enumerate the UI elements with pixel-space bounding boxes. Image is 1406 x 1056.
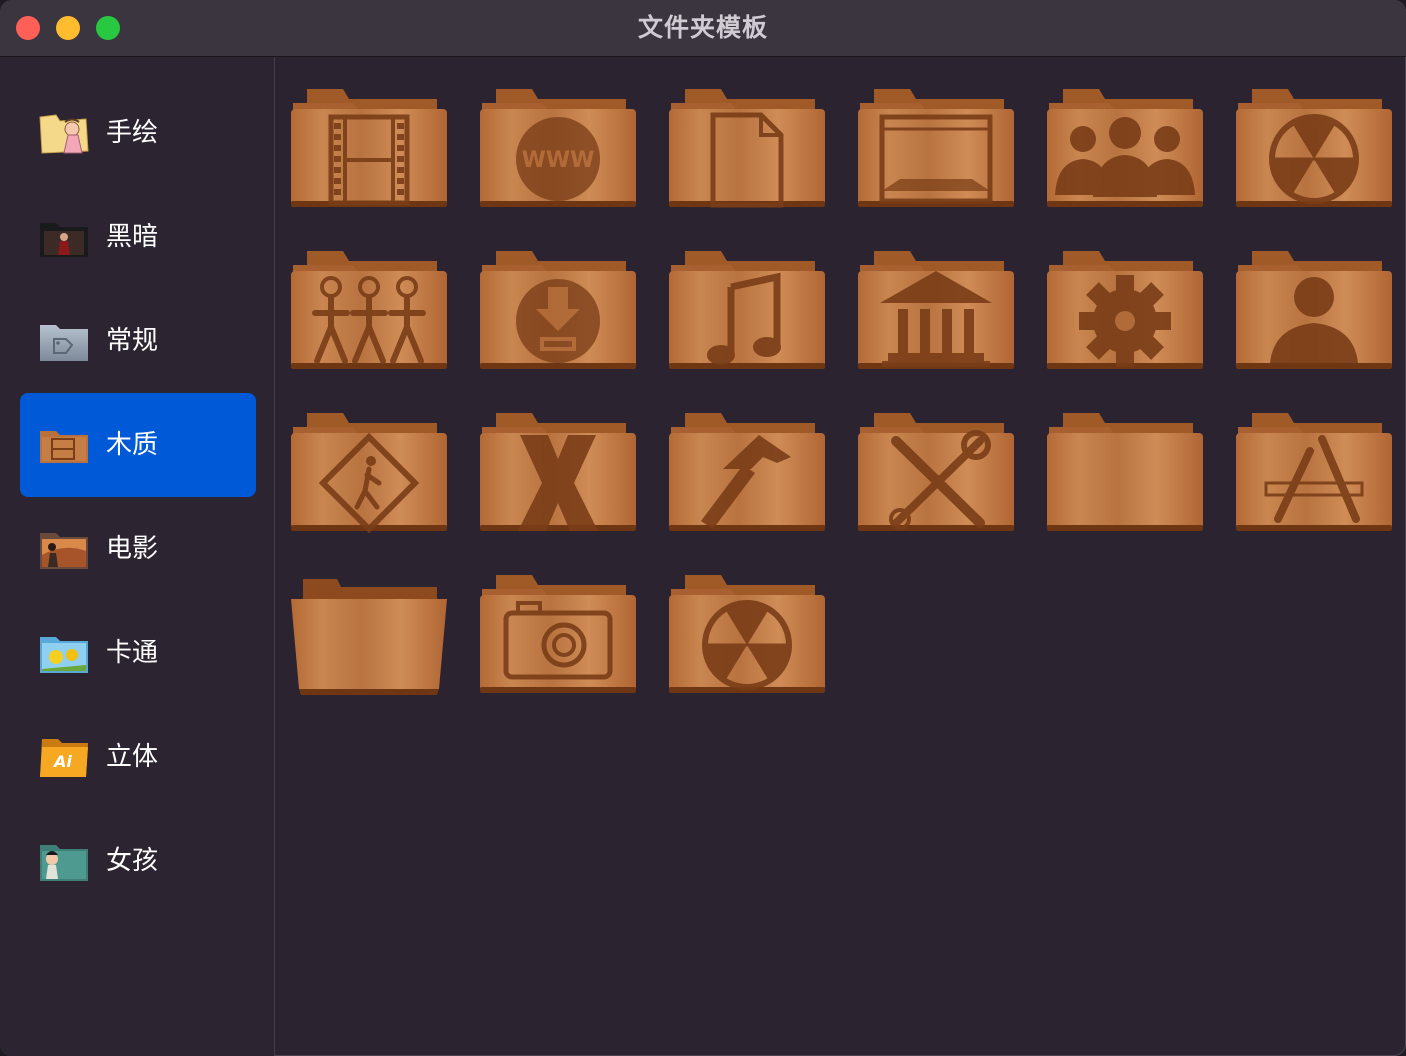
public-people-icon[interactable] xyxy=(287,249,451,375)
plain-folder-icon[interactable] xyxy=(1043,411,1207,537)
library-building-icon[interactable] xyxy=(854,249,1018,375)
sidebar-item-label: 黑暗 xyxy=(106,222,159,252)
user-silhouette-icon[interactable] xyxy=(1232,249,1396,375)
app-window: 文件夹模板 手绘 黑暗 常规 木质 电影 卡通 Ai 立体 女孩 WWW xyxy=(0,0,1406,1056)
wood-film-folder-icon xyxy=(38,421,90,469)
pedestrian-sign-icon[interactable] xyxy=(287,411,451,537)
open-folder-icon[interactable] xyxy=(287,573,451,699)
sidebar-item-1[interactable]: 手绘 xyxy=(20,81,256,185)
camera-icon[interactable] xyxy=(476,573,640,699)
hand-drawn-folder-icon xyxy=(38,109,90,157)
cartoon-folder-icon xyxy=(38,629,90,677)
browser-window-icon[interactable] xyxy=(854,87,1018,213)
3d-ai-folder-icon: Ai xyxy=(38,733,90,781)
title-bar: 文件夹模板 xyxy=(0,0,1406,57)
download-icon[interactable] xyxy=(476,249,640,375)
gear-icon[interactable] xyxy=(1043,249,1207,375)
sidebar-item-5[interactable]: 电影 xyxy=(20,497,256,601)
burn-icon[interactable] xyxy=(665,573,829,699)
sidebar-item-2[interactable]: 黑暗 xyxy=(20,185,256,289)
sidebar-item-label: 女孩 xyxy=(106,846,159,876)
sidebar-item-6[interactable]: 卡通 xyxy=(20,601,256,705)
sidebar-item-label: 手绘 xyxy=(106,118,159,148)
music-note-icon[interactable] xyxy=(665,249,829,375)
girl-folder-icon xyxy=(38,837,90,885)
window-title: 文件夹模板 xyxy=(637,13,768,42)
film-strip-icon[interactable] xyxy=(287,87,451,213)
tools-icon[interactable] xyxy=(854,411,1018,537)
sidebar-item-label: 电影 xyxy=(106,534,159,564)
sidebar: 手绘黑暗常规木质电影卡通 Ai 立体女孩 xyxy=(0,57,275,1056)
svg-text:Ai: Ai xyxy=(52,752,72,771)
movie-folder-icon xyxy=(38,525,90,573)
sidebar-item-7[interactable]: Ai 立体 xyxy=(20,705,256,809)
sidebar-item-label: 木质 xyxy=(106,430,159,460)
sidebar-item-3[interactable]: 常规 xyxy=(20,289,256,393)
dark-folder-icon xyxy=(38,213,90,261)
sidebar-item-label: 卡通 xyxy=(106,638,159,668)
folder-grid: WWW xyxy=(275,57,1406,1056)
sidebar-item-8[interactable]: 女孩 xyxy=(20,809,256,913)
users-group-icon[interactable] xyxy=(1043,87,1207,213)
hammer-icon[interactable] xyxy=(665,411,829,537)
sidebar-item-4[interactable]: 木质 xyxy=(20,393,256,497)
sidebar-item-label: 立体 xyxy=(106,742,159,772)
www-globe-icon[interactable]: WWW xyxy=(476,87,640,213)
burn-icon[interactable] xyxy=(1232,87,1396,213)
document-icon[interactable] xyxy=(665,87,829,213)
standard-tag-folder-icon xyxy=(38,317,90,365)
svg-text:WWW: WWW xyxy=(522,148,595,173)
sidebar-item-label: 常规 xyxy=(106,326,159,356)
x-letter-icon[interactable] xyxy=(476,411,640,537)
applications-icon[interactable] xyxy=(1232,411,1396,537)
